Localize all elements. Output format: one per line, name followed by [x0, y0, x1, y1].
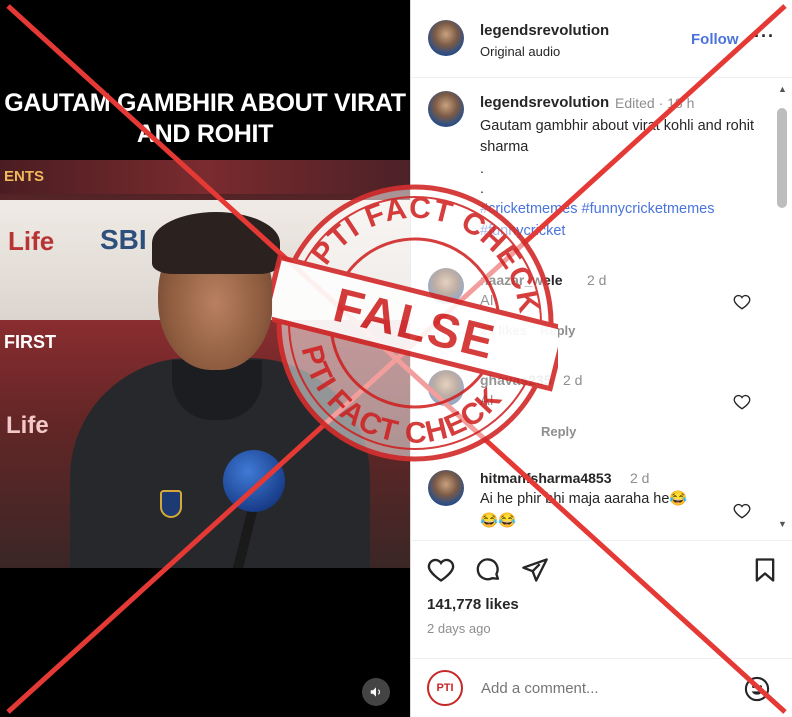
caption-dot: . [480, 160, 484, 176]
comment-emoji: 😂😂 [480, 513, 517, 529]
caption-text: Gautam gambhir about virat kohli and roh… [480, 118, 755, 155]
avatar[interactable] [428, 268, 464, 304]
pti-logo: PTI [427, 670, 463, 706]
audio-label[interactable]: Original audio [480, 44, 560, 59]
avatar[interactable] [428, 470, 464, 506]
avatar[interactable] [428, 370, 464, 406]
more-options-icon[interactable]: ··· [754, 26, 775, 47]
post-header: legendsrevolution Original audio Follow … [411, 0, 792, 78]
comment-username[interactable]: naazar_wele [480, 272, 563, 288]
heart-icon[interactable] [733, 293, 751, 311]
video-frame: ENTS Life SBI FIRST Life [0, 160, 410, 568]
add-comment-input[interactable] [481, 680, 731, 697]
comment-text: AI [480, 293, 494, 309]
share-icon[interactable] [521, 556, 549, 584]
sponsor-text: FIRST [4, 332, 56, 352]
banner-strip: ENTS [0, 160, 410, 194]
sponsor-text: ENTS [4, 168, 45, 185]
microphone [223, 450, 285, 512]
heart-icon[interactable] [733, 502, 751, 520]
comment-time: 2 d [587, 272, 607, 288]
comment-icon[interactable] [474, 556, 502, 584]
bookmark-icon[interactable] [751, 556, 779, 584]
comment-username[interactable]: hitmanfsharma4853 [480, 470, 612, 486]
emoji-icon[interactable] [743, 675, 771, 703]
heart-icon[interactable] [427, 556, 455, 584]
comment-text: Ai he phir bhi maja aaraha he😂 [480, 491, 688, 507]
speaker-figure [60, 212, 370, 568]
follow-button[interactable]: Follow [691, 31, 739, 48]
sponsor-text: Life [6, 412, 49, 439]
avatar[interactable] [428, 91, 464, 127]
scrollbar-thumb[interactable] [777, 108, 787, 208]
comment-likes[interactable]: 21 likes [480, 323, 527, 338]
post-panel: legendsrevolution Original audio Follow … [410, 0, 792, 717]
team-badge [160, 490, 182, 518]
comment-text: AI [480, 393, 494, 409]
hair [152, 212, 280, 274]
caption-meta: Edited · 18 h [615, 95, 695, 111]
post-date: 2 days ago [427, 621, 491, 636]
reel-video[interactable]: GAUTAM GAMBHIR ABOUT VIRAT AND ROHIT ENT… [0, 0, 410, 717]
comment-time: 2 d [563, 372, 583, 388]
reply-button[interactable]: Reply [540, 323, 575, 338]
comment-time: 2 d [630, 470, 650, 486]
heart-icon[interactable] [733, 393, 751, 411]
caption-username[interactable]: legendsrevolution [480, 94, 609, 111]
reply-button[interactable]: Reply [541, 424, 576, 439]
avatar[interactable] [428, 20, 464, 56]
scroll-up-arrow[interactable]: ▲ [778, 84, 787, 94]
like-count[interactable]: 141,778 likes [427, 596, 519, 613]
comment-username[interactable]: ghavas235 [480, 372, 552, 388]
speaker-icon[interactable] [362, 678, 390, 706]
sponsor-text: Life [8, 226, 55, 256]
caption-dot: . [480, 180, 484, 196]
author-username[interactable]: legendsrevolution [480, 22, 609, 39]
video-title: GAUTAM GAMBHIR ABOUT VIRAT AND ROHIT [4, 89, 406, 148]
caption-hashtags[interactable]: #cricketmemes #funnycricketmemes #funnyc… [480, 198, 770, 242]
scroll-down-arrow[interactable]: ▼ [778, 519, 787, 529]
